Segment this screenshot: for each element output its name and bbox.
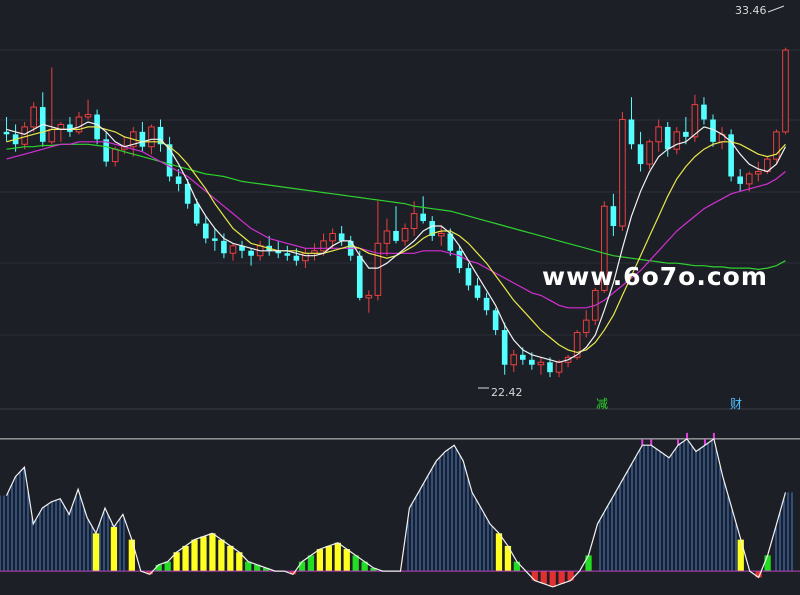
indicator-bar [307, 555, 315, 572]
indicator-bar [245, 561, 252, 572]
indicator-bar [495, 533, 503, 572]
indicator-bar [227, 545, 234, 572]
indicator-bar [558, 571, 565, 584]
indicator-bar [764, 555, 771, 572]
indicator-bar [513, 561, 521, 572]
indicator-bar [200, 536, 207, 572]
indicator-bar [110, 527, 118, 572]
indicator-bar [182, 545, 189, 572]
indicator-bar [128, 539, 135, 572]
indicator-bar [325, 545, 332, 572]
indicator-bar [316, 549, 324, 572]
indicator-bar [92, 533, 100, 572]
indicator-bar [585, 555, 592, 572]
indicator-bar [549, 571, 556, 587]
indicator-bar [218, 539, 225, 572]
indicator-bar [191, 539, 198, 572]
indicator-bar [540, 571, 547, 584]
indicator-bar [334, 542, 341, 572]
indicator-chart [0, 432, 800, 588]
indicator-bar [737, 539, 744, 572]
indicator-bar [352, 555, 359, 572]
indicator-bar [298, 561, 306, 572]
indicator-bar [209, 533, 216, 572]
chart-stage: 33.46 22.42 减 财 www.6o7o.com [0, 0, 800, 595]
indicator-bar [343, 549, 350, 572]
indicator-line [5, 437, 787, 588]
